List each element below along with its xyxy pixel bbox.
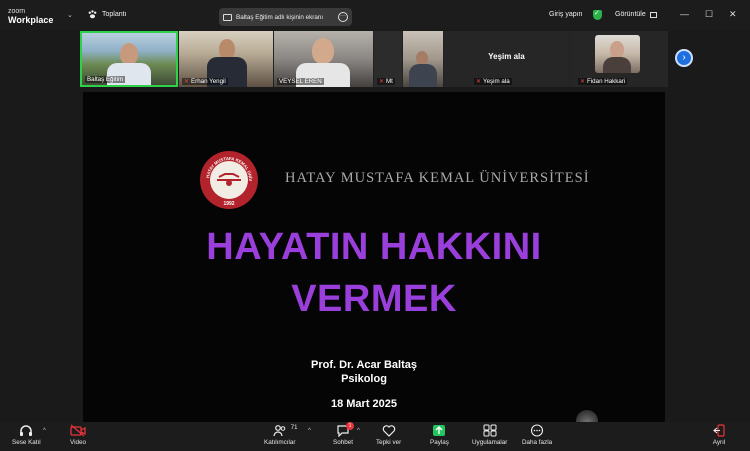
brand-big: Workplace xyxy=(8,15,54,25)
more-label: Daha fazla xyxy=(522,439,553,446)
heart-icon xyxy=(382,425,395,437)
headphones-icon xyxy=(20,425,33,436)
mic-muted-icon: ✕ xyxy=(379,79,385,85)
shared-screen: HATAY MUSTAFA KEMAL ÜNİVERSİTESİ 1992 HA… xyxy=(83,92,665,426)
participants-options-caret-icon[interactable]: ^ xyxy=(308,428,311,434)
mic-muted-icon: ✕ xyxy=(184,79,190,85)
participant-photo xyxy=(595,35,640,73)
top-bar: zoom Workplace ⌄ Toplantı Baltaş Eğitim … xyxy=(0,0,750,30)
maximize-button[interactable]: ☐ xyxy=(705,9,713,20)
slide-title-line2: VERMEK xyxy=(291,278,457,320)
share-label: Baltaş Eğitim adlı kişinin ekranı xyxy=(236,13,324,21)
mic-muted-icon: ✕ xyxy=(476,79,482,85)
video-label: Video xyxy=(70,439,86,446)
participant-tile-video[interactable] xyxy=(403,31,443,87)
minimize-button[interactable]: — xyxy=(680,9,689,19)
participant-tile-baltas[interactable]: Baltaş Eğitim xyxy=(80,31,178,87)
participants-button[interactable]: 71 Katılımcılar xyxy=(264,424,298,446)
more-button[interactable]: Daha fazla xyxy=(522,424,552,446)
chevron-down-icon[interactable]: ⌄ xyxy=(67,11,73,19)
participant-count: 71 xyxy=(290,425,298,431)
view-button[interactable]: Görüntüle xyxy=(615,11,657,18)
participant-tile-veysel[interactable]: VEYSEL EREN xyxy=(274,31,373,87)
chat-unread-badge: 1 xyxy=(345,422,354,430)
video-button[interactable]: Video xyxy=(70,424,86,446)
participant-tile-fidan[interactable]: ✕ Fidan Hakkari xyxy=(570,31,668,87)
grid-view-icon xyxy=(649,11,657,18)
mic-muted-icon: ✕ xyxy=(580,79,586,85)
meeting-toolbar: Sese Katıl ^ Video 71 Katılımcılar ^ 1 S… xyxy=(0,422,750,451)
tab-meeting[interactable]: Toplantı xyxy=(88,10,127,19)
university-name: HATAY MUSTAFA KEMAL ÜNİVERSİTESİ xyxy=(285,170,590,186)
close-button[interactable]: ✕ xyxy=(729,9,737,20)
apps-label: Uygulamalar xyxy=(472,439,508,446)
participant-tile-yesim[interactable]: Yeşim ala ✕ Yeşim ala xyxy=(444,31,569,87)
slide-title-line1: HAYATIN HAKKINI xyxy=(206,226,542,268)
chat-label: Sohbet xyxy=(333,439,353,446)
video-off-icon xyxy=(70,424,86,437)
more-options-icon[interactable]: ··· xyxy=(338,12,348,22)
tab-meeting-label: Toplantı xyxy=(102,11,127,18)
leave-label: Ayrıl xyxy=(712,439,726,446)
apps-button[interactable]: Uygulamalar xyxy=(472,424,507,446)
monitor-icon xyxy=(223,13,232,21)
participant-name: ✕ Fidan Hakkari xyxy=(578,78,628,85)
participant-tile-mt[interactable]: ✕ Mt xyxy=(374,31,402,87)
participant-display-name: Yeşim ala xyxy=(488,52,525,61)
presentation-date: 18 Mart 2025 xyxy=(330,398,398,410)
leave-button[interactable]: Ayrıl xyxy=(712,424,726,446)
join-audio-label: Sese Katıl xyxy=(12,439,41,446)
react-button[interactable]: Tepki ver xyxy=(376,424,401,446)
paw-icon xyxy=(88,10,97,19)
university-logo: HATAY MUSTAFA KEMAL ÜNİVERSİTESİ 1992 xyxy=(199,150,258,209)
participant-name: Baltaş Eğitim xyxy=(85,76,126,83)
join-audio-button[interactable]: Sese Katıl xyxy=(12,424,41,446)
participant-strip: Baltaş Eğitim ✕ Erhan Yengil VEYSEL EREN … xyxy=(80,31,668,87)
participant-name: ✕ Erhan Yengil xyxy=(182,78,228,85)
participant-name: VEYSEL EREN xyxy=(277,78,324,85)
participants-label: Katılımcılar xyxy=(264,439,296,446)
leave-icon xyxy=(713,424,725,437)
share-label: Paylaş xyxy=(430,439,449,446)
participant-name: ✕ Yeşim ala xyxy=(474,78,512,85)
video-feed xyxy=(120,43,138,65)
zoom-workplace-logo[interactable]: zoom Workplace xyxy=(8,7,53,25)
screen-share-indicator[interactable]: Baltaş Eğitim adlı kişinin ekranı ··· xyxy=(219,8,352,26)
presenter-role: Psikolog xyxy=(341,373,387,385)
sign-in-link[interactable]: Giriş yapın xyxy=(549,11,582,18)
more-icon xyxy=(530,424,544,437)
chat-options-caret-icon[interactable]: ^ xyxy=(357,428,360,434)
video-feed xyxy=(312,38,334,64)
security-shield-icon[interactable] xyxy=(593,9,602,20)
apps-icon xyxy=(483,424,497,437)
share-screen-icon xyxy=(433,425,446,436)
audio-options-caret-icon[interactable]: ^ xyxy=(43,428,46,434)
participant-name: ✕ Mt xyxy=(377,78,395,85)
participants-icon xyxy=(273,425,286,437)
chat-button[interactable]: 1 Sohbet xyxy=(333,422,354,446)
next-page-button[interactable]: › xyxy=(675,49,693,67)
react-label: Tepki ver xyxy=(376,439,402,446)
video-feed xyxy=(416,51,428,65)
video-feed xyxy=(219,39,235,59)
share-button[interactable]: Paylaş xyxy=(430,424,449,446)
logo-year: 1992 xyxy=(223,201,234,207)
view-label: Görüntüle xyxy=(615,11,646,18)
participant-tile-erhan[interactable]: ✕ Erhan Yengil xyxy=(179,31,273,87)
presenter-name: Prof. Dr. Acar Baltaş xyxy=(311,359,417,371)
